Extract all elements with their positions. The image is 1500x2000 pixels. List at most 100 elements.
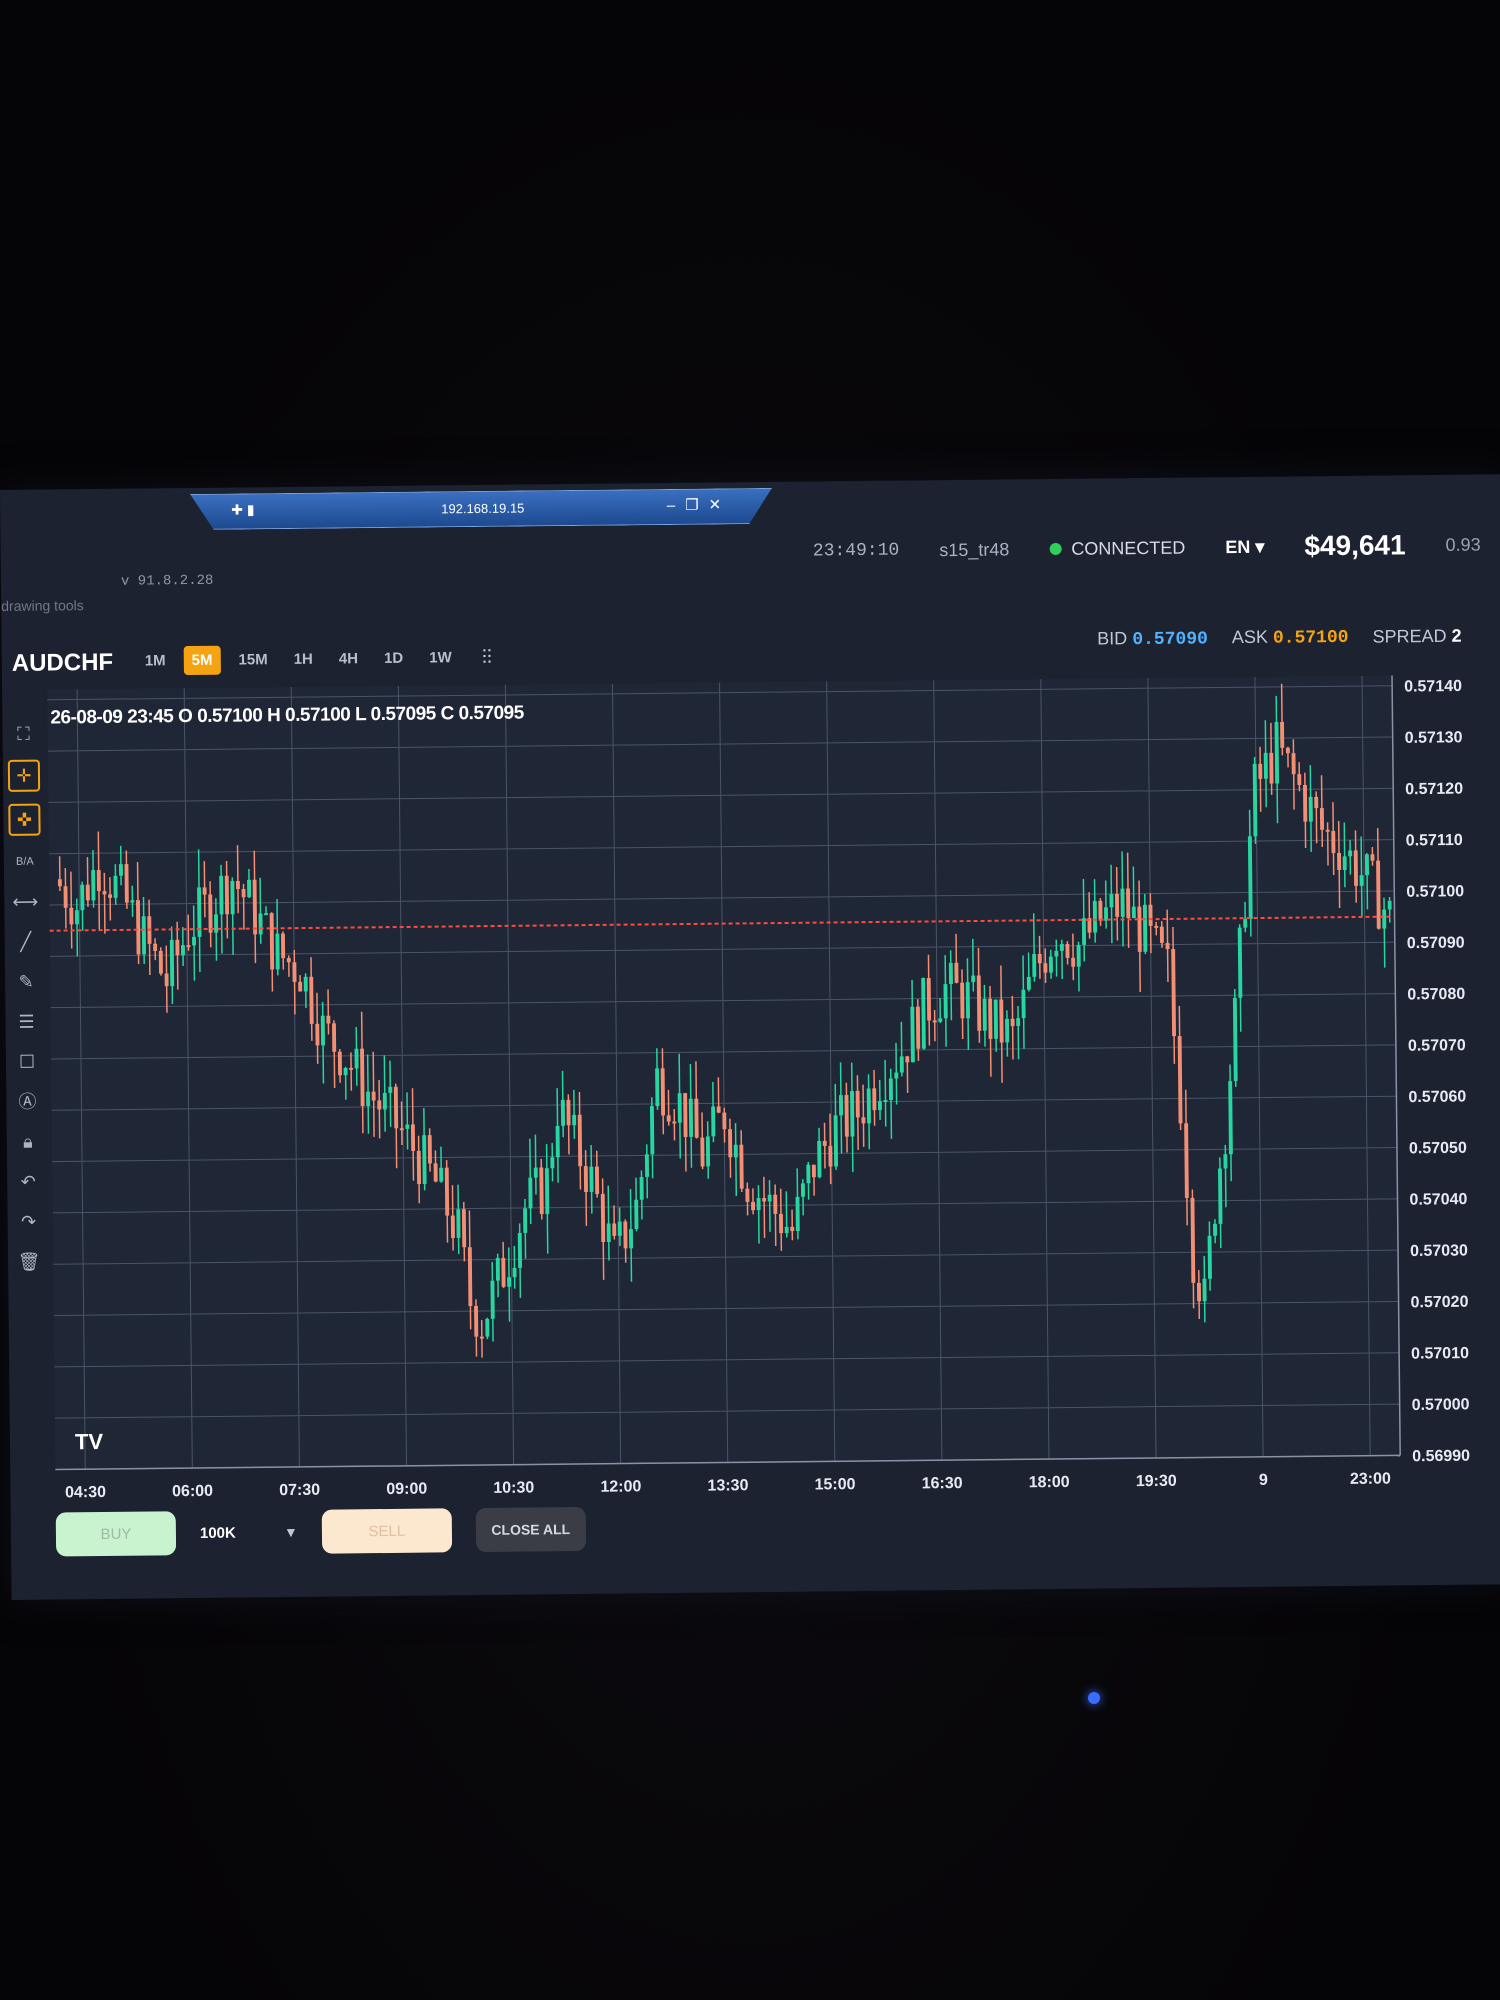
sell-button[interactable]: SELL <box>321 1508 453 1554</box>
timeframe-1w[interactable]: 1W <box>421 643 460 672</box>
candle-down <box>672 1121 677 1124</box>
candle-up <box>388 1086 393 1093</box>
power-led-icon <box>1088 1692 1100 1704</box>
candle-up <box>118 864 123 876</box>
trend-line-icon[interactable]: ╱ <box>12 928 40 956</box>
price-chart[interactable]: 0.57140 0.57130 0.57120 0.57110 0.57100 0.570… <box>47 674 1496 1509</box>
candle-down <box>954 962 959 983</box>
candle-up <box>1120 888 1125 917</box>
timeframe-4h[interactable]: 4H <box>331 644 366 673</box>
candle-up <box>214 914 219 933</box>
candle-up <box>948 962 953 985</box>
candle-wick <box>534 1134 537 1195</box>
candle-up <box>219 875 224 915</box>
candle-down <box>280 933 286 959</box>
candle-up <box>1202 1278 1207 1302</box>
candle-down <box>124 864 129 903</box>
language-select[interactable]: EN ▾ <box>1225 536 1264 557</box>
candle-up <box>655 1068 660 1107</box>
candle-down <box>1302 784 1308 822</box>
candle-up <box>850 1090 855 1137</box>
window-controls[interactable]: –❐✕ <box>667 495 732 514</box>
candle-down <box>855 1090 860 1118</box>
candlestick-type-icon[interactable]: ⫶⫶ <box>482 647 492 670</box>
candle-up <box>1274 721 1280 784</box>
candle-up <box>439 1167 444 1182</box>
candle-up <box>80 884 85 911</box>
candle-down <box>623 1221 628 1249</box>
candle-down <box>474 1305 479 1337</box>
candle-down <box>811 1164 816 1178</box>
timeframe-1h[interactable]: 1H <box>286 645 321 674</box>
horizontal-line-icon[interactable]: ⟷ <box>11 888 39 916</box>
candle-wick <box>103 872 106 934</box>
lock-icon[interactable]: 🔒︎ <box>14 1128 42 1156</box>
trash-icon[interactable]: 🗑︎ <box>15 1248 43 1276</box>
lot-size-select[interactable]: 100K <box>200 1524 260 1541</box>
chart-svg[interactable]: 0.57140 0.57130 0.57120 0.57110 0.57100 0.570… <box>47 674 1496 1509</box>
x-tick-label: 12:00 <box>600 1478 641 1495</box>
close-all-button[interactable]: CLOSE ALL <box>475 1506 587 1553</box>
candle-up <box>634 1199 639 1230</box>
candle-up <box>113 875 118 898</box>
undo-icon[interactable]: ↶ <box>14 1168 42 1196</box>
drawing-tools-label: drawing tools <box>1 597 84 614</box>
candle-up <box>1026 976 1031 990</box>
candle-up <box>130 900 135 903</box>
symbol-label[interactable]: AUDCHF <box>12 649 114 678</box>
crosshair-icon[interactable]: ✛ <box>7 759 41 792</box>
y-tick-label: 0.57090 <box>1407 935 1465 953</box>
magnet-icon[interactable]: ✜ <box>8 803 41 836</box>
candle-down <box>410 1124 416 1152</box>
candle-down <box>745 1188 750 1202</box>
pencil-icon[interactable]: ✎ <box>12 968 40 996</box>
candle-up <box>1054 950 1059 957</box>
candle-up <box>711 1106 716 1137</box>
bid-ask-icon[interactable]: B/A <box>11 848 39 876</box>
timeframe-1d[interactable]: 1D <box>376 644 411 673</box>
candle-up <box>1081 918 1087 945</box>
candle-up <box>528 1177 533 1209</box>
candle-wick <box>763 1176 766 1239</box>
candle-down <box>186 945 191 948</box>
candle-up <box>1348 850 1353 857</box>
candle-down <box>872 1088 877 1111</box>
timeframe-1m[interactable]: 1M <box>137 646 174 675</box>
candle-down <box>1126 888 1131 919</box>
candle-up <box>275 933 280 970</box>
candle-down <box>1065 943 1070 958</box>
candle-up <box>544 1168 550 1214</box>
candle-down <box>416 1150 422 1185</box>
candle-down <box>751 1201 756 1211</box>
candle-up <box>965 982 971 1019</box>
fullscreen-icon[interactable]: ⛶ <box>9 720 37 748</box>
candle-up <box>833 1115 839 1167</box>
timeframe-15m[interactable]: 15M <box>230 645 275 674</box>
tradingview-logo-icon: TV <box>75 1429 104 1454</box>
rectangle-icon[interactable]: ☐ <box>13 1048 41 1076</box>
candle-wick <box>1017 1005 1020 1060</box>
fibonacci-icon[interactable]: ☰ <box>12 1008 40 1036</box>
candle-down <box>241 888 246 898</box>
candle-down <box>175 939 180 956</box>
candle-up <box>354 1048 359 1069</box>
candle-up <box>894 1072 899 1079</box>
status-bar: 23:49:10 s15_tr48 CONNECTED EN ▾ $49,641… <box>813 524 1481 571</box>
timeframe-5m[interactable]: 5M <box>183 645 221 676</box>
chevron-down-icon[interactable]: ▼ <box>284 1524 298 1540</box>
candle-wick <box>1259 746 1262 812</box>
candle-wick <box>1104 880 1107 929</box>
candle-up <box>512 1267 517 1278</box>
redo-icon[interactable]: ↷ <box>15 1208 43 1236</box>
remote-desktop-bar[interactable]: ✚ ▮ 192.168.19.15 –❐✕ <box>190 488 772 530</box>
candle-down <box>660 1068 666 1116</box>
candle-up <box>343 1067 348 1076</box>
server-clock: 23:49:10 <box>812 540 900 562</box>
buy-button[interactable]: BUY <box>55 1511 177 1557</box>
candle-down <box>716 1106 721 1113</box>
candle-up <box>303 976 308 992</box>
quotes-panel: BID 0.57090 ASK 0.57100 SPREAD 2 <box>1097 625 1462 651</box>
candle-up <box>230 881 235 915</box>
candle-down <box>1115 894 1120 917</box>
text-annotation-icon[interactable]: Ⓐ <box>13 1088 41 1116</box>
